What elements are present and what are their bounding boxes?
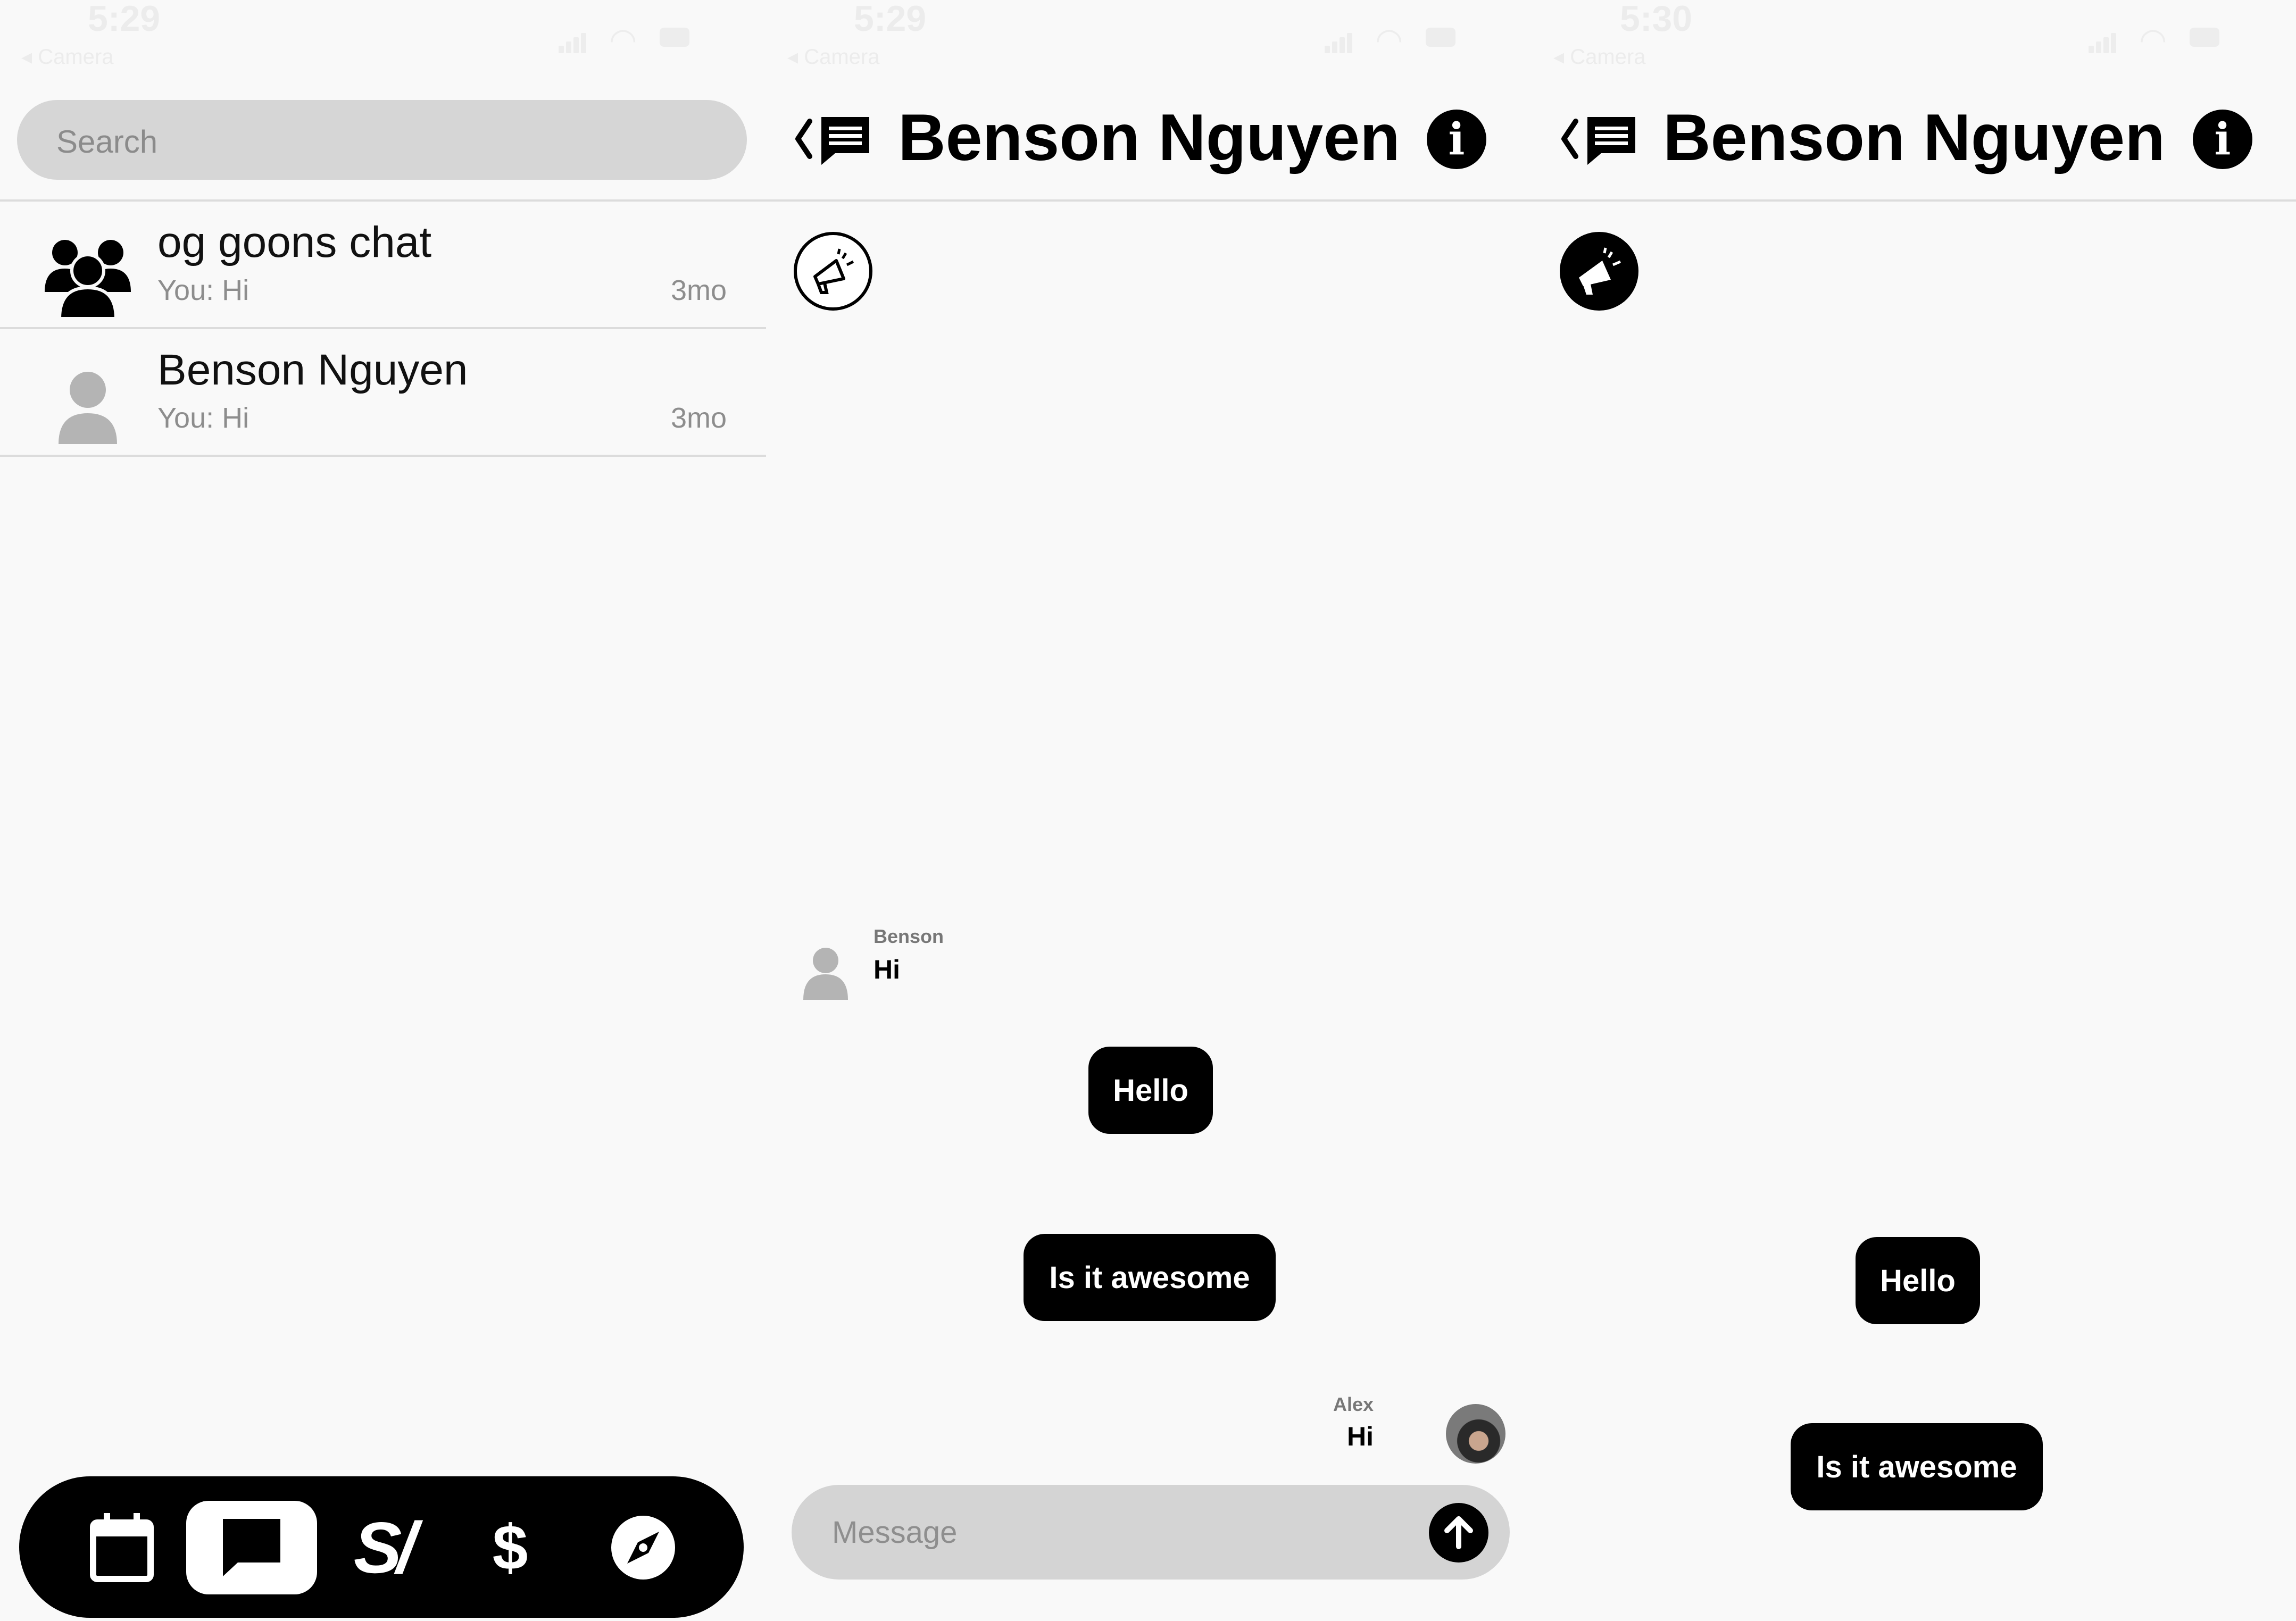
chat-title: Benson Nguyen bbox=[1663, 101, 2165, 174]
conversation-name: Benson Nguyen bbox=[157, 346, 468, 394]
tab-bar: S/ $ bbox=[19, 1476, 744, 1618]
conversation-preview: You: Hi bbox=[157, 402, 249, 434]
announcement-bubble[interactable]: Hello bbox=[1856, 1237, 1980, 1324]
battery-icon bbox=[1426, 28, 1455, 47]
back-to-app-link[interactable]: ◂ Camera bbox=[787, 45, 879, 69]
chat-screen: 5:29 ◂ Camera ◠ Benson Nguyen i Benson H… bbox=[766, 0, 1532, 1621]
header-divider bbox=[766, 199, 1532, 202]
message-text: Hi bbox=[1347, 1422, 1374, 1451]
wifi-icon: ◠ bbox=[1375, 22, 1403, 57]
tab-explore[interactable] bbox=[578, 1501, 709, 1594]
slash-logo-icon: S/ bbox=[353, 1507, 417, 1588]
megaphone-icon bbox=[813, 248, 854, 294]
tab-money[interactable]: $ bbox=[445, 1501, 576, 1594]
arrow-up-icon bbox=[1444, 1516, 1473, 1549]
calendar-icon bbox=[90, 1513, 154, 1582]
status-icons: ◠ bbox=[559, 21, 697, 57]
chat-icon bbox=[223, 1519, 280, 1576]
person-icon bbox=[59, 372, 117, 444]
status-icons: ◠ bbox=[1325, 21, 1463, 57]
battery-icon bbox=[2190, 28, 2219, 47]
message-text: Hi bbox=[874, 955, 900, 984]
status-time: 5:29 bbox=[854, 0, 927, 39]
status-icons: ◠ bbox=[2089, 21, 2227, 57]
battery-icon bbox=[660, 28, 689, 47]
conversation-list-screen: 5:29 ◂ Camera ◠ Search og goons chat You… bbox=[0, 0, 766, 1621]
chat-title: Benson Nguyen bbox=[898, 101, 1400, 174]
conversation-time: 3mo bbox=[670, 274, 727, 306]
search-input[interactable]: Search bbox=[17, 100, 747, 180]
conversation-time: 3mo bbox=[670, 402, 727, 434]
info-button[interactable]: i bbox=[1427, 110, 1486, 169]
dollar-icon: $ bbox=[492, 1512, 528, 1583]
message-sender: Alex bbox=[1333, 1393, 1374, 1415]
compass-icon bbox=[611, 1516, 675, 1580]
list-item-og-goons-chat[interactable]: og goons chat You: Hi 3mo bbox=[0, 202, 766, 329]
status-bar: 5:29 ◂ Camera ◠ bbox=[0, 0, 766, 74]
message-bubble[interactable]: Is it awesome bbox=[1024, 1234, 1276, 1321]
group-icon bbox=[45, 240, 131, 320]
status-bar: 5:30 ◂ Camera ◠ bbox=[1532, 0, 2296, 74]
message-input[interactable]: Message bbox=[792, 1485, 1510, 1580]
status-time: 5:30 bbox=[1620, 0, 1693, 39]
message-sender: Benson bbox=[874, 925, 944, 947]
list-item-benson-nguyen[interactable]: Benson Nguyen You: Hi 3mo bbox=[0, 329, 766, 457]
person-icon bbox=[803, 948, 848, 1000]
tab-chat[interactable] bbox=[186, 1501, 317, 1594]
row-divider bbox=[0, 455, 766, 457]
avatar bbox=[1446, 1404, 1505, 1464]
status-bar: 5:29 ◂ Camera ◠ bbox=[766, 0, 1532, 74]
signal-icon bbox=[559, 32, 586, 53]
message-bubble[interactable]: Hello bbox=[1088, 1047, 1213, 1134]
tab-slash[interactable]: S/ bbox=[317, 1501, 448, 1594]
announcement-toggle[interactable] bbox=[794, 232, 872, 311]
message-placeholder: Message bbox=[832, 1515, 958, 1550]
tab-calendar[interactable] bbox=[56, 1501, 187, 1594]
wifi-icon: ◠ bbox=[2139, 22, 2167, 57]
announcement-bubble[interactable]: Is it awesome bbox=[1791, 1423, 2043, 1510]
signal-icon bbox=[1325, 32, 1352, 53]
info-button[interactable]: i bbox=[2193, 110, 2252, 169]
search-placeholder: Search bbox=[56, 124, 158, 160]
chat-announcement-screen: 5:30 ◂ Camera ◠ Benson Nguyen i Hello Is… bbox=[1532, 0, 2296, 1621]
megaphone-icon bbox=[1579, 247, 1621, 295]
back-to-app-link[interactable]: ◂ Camera bbox=[1553, 45, 1645, 69]
wifi-icon: ◠ bbox=[609, 22, 637, 57]
signal-icon bbox=[2089, 32, 2116, 53]
announcement-toggle[interactable] bbox=[1560, 232, 1638, 311]
conversation-name: og goons chat bbox=[157, 218, 432, 266]
conversation-preview: You: Hi bbox=[157, 274, 249, 306]
back-to-app-link[interactable]: ◂ Camera bbox=[21, 45, 113, 69]
status-time: 5:29 bbox=[88, 0, 161, 39]
header-divider bbox=[1532, 199, 2296, 202]
send-button[interactable] bbox=[1429, 1503, 1488, 1562]
